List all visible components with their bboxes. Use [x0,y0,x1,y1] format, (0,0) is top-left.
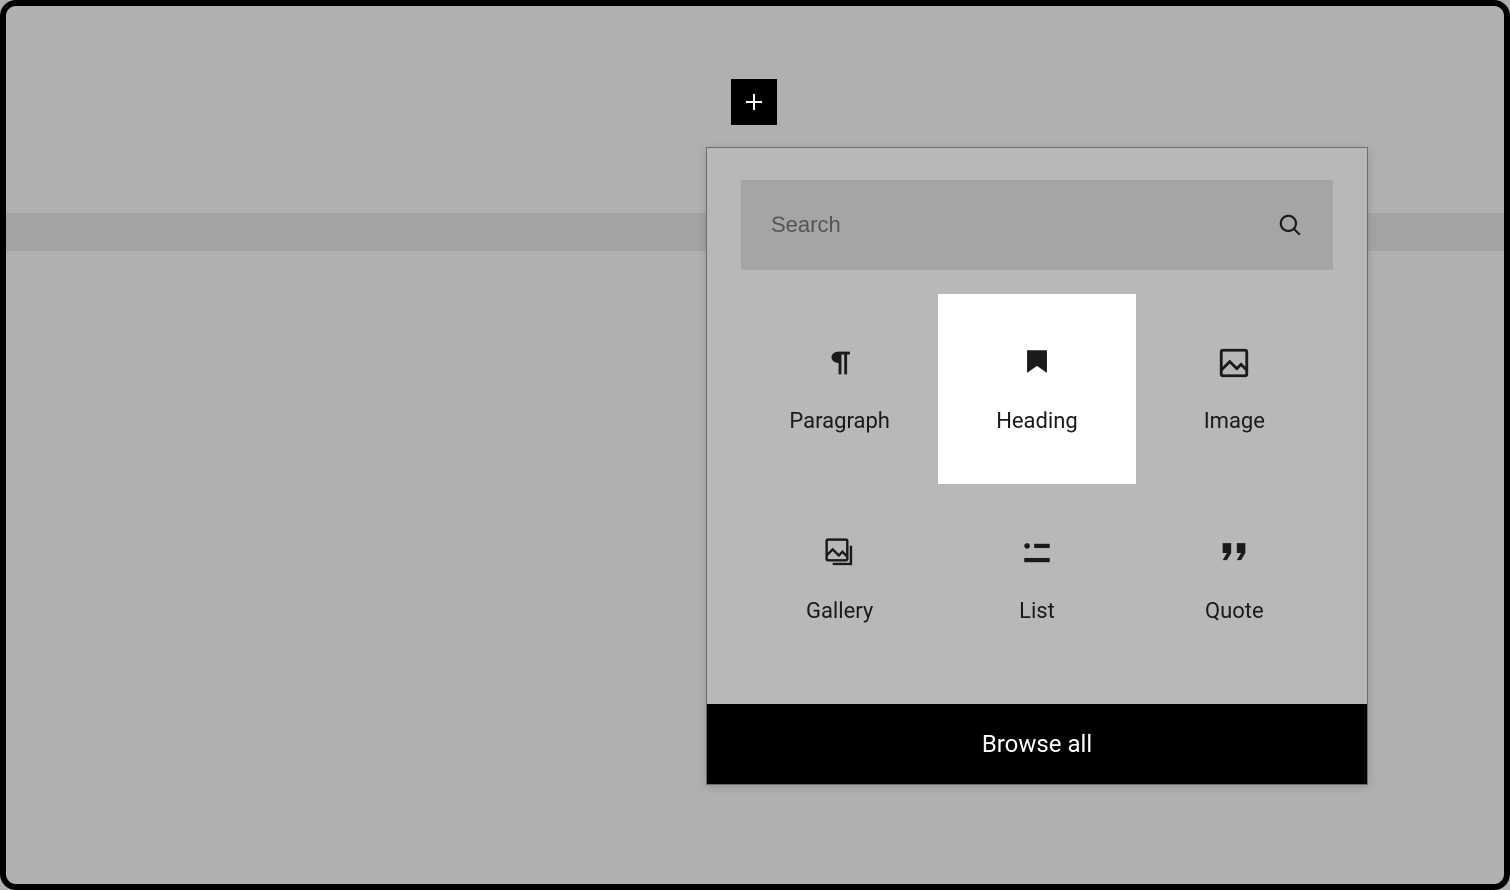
block-paragraph[interactable]: Paragraph [741,294,938,484]
block-label: Quote [1205,599,1264,624]
block-label: Heading [996,409,1078,434]
search-icon[interactable] [1277,212,1303,238]
block-label: Gallery [806,599,873,624]
gallery-icon [823,535,857,571]
block-inserter-panel: Paragraph Heading Image [706,147,1368,785]
block-image[interactable]: Image [1136,294,1333,484]
search-input[interactable] [771,212,1277,238]
heading-icon [1020,345,1054,381]
block-heading[interactable]: Heading [938,294,1135,484]
block-gallery[interactable]: Gallery [741,484,938,674]
block-label: Paragraph [789,409,890,434]
quote-icon [1217,535,1251,571]
browse-all-button[interactable]: Browse all [707,704,1367,784]
image-icon [1217,345,1251,381]
add-block-button[interactable] [731,79,777,125]
block-quote[interactable]: Quote [1136,484,1333,674]
block-label: List [1019,599,1055,624]
block-list[interactable]: List [938,484,1135,674]
plus-icon [742,90,766,114]
block-label: Image [1204,409,1265,434]
paragraph-icon [823,345,857,381]
list-icon [1020,535,1054,571]
browse-all-label: Browse all [982,730,1092,758]
blocks-grid: Paragraph Heading Image [707,294,1367,704]
search-container [741,180,1333,270]
